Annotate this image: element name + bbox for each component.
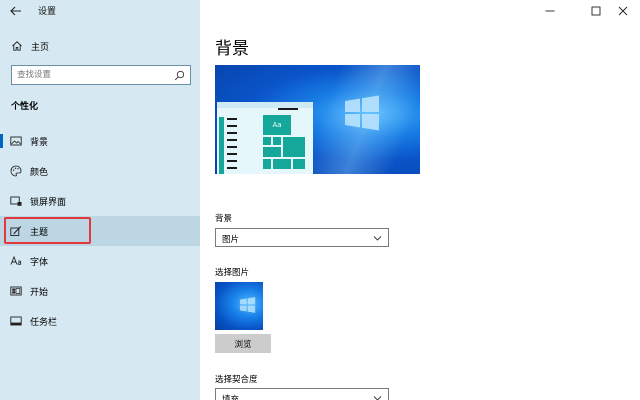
sidebar-item-label: 主题 [30, 228, 49, 238]
mock-side-strip [219, 117, 224, 174]
background-label: 背景 [215, 214, 233, 224]
start-icon [10, 286, 22, 296]
font-icon [10, 255, 22, 265]
background-type-select[interactable]: 图片 [215, 228, 389, 247]
maximize-button[interactable] [581, 0, 611, 22]
section-title: 个性化 [11, 102, 39, 112]
sidebar-item-label: 开始 [30, 288, 49, 298]
sidebar-item-label: 颜色 [30, 168, 49, 178]
picture-icon [10, 136, 22, 146]
minimize-icon [545, 10, 555, 12]
minimize-button[interactable] [535, 0, 565, 22]
tile-aa: Aa [262, 114, 292, 136]
taskbar-icon [10, 316, 22, 326]
browse-button[interactable]: 浏览 [215, 334, 271, 353]
home-nav-item[interactable]: 主页 [0, 36, 200, 56]
sidebar-item-colors[interactable]: 颜色 [0, 156, 200, 186]
sidebar-item-taskbar[interactable]: 任务栏 [0, 306, 200, 336]
sidebar-item-label: 字体 [30, 258, 49, 268]
sidebar-item-start[interactable]: 开始 [0, 276, 200, 306]
home-label: 主页 [31, 43, 50, 53]
close-button[interactable] [608, 0, 638, 22]
sidebar-item-background[interactable]: 背景 [0, 126, 200, 156]
windows-logo-icon [239, 297, 256, 313]
search-box[interactable] [11, 65, 191, 85]
choose-picture-label: 选择图片 [215, 268, 250, 278]
main-content: 背景 Aa 背景 图片 选择图片 浏览 选择契合度 填充 [200, 0, 640, 400]
sidebar-item-fonts[interactable]: 字体 [0, 246, 200, 276]
home-icon [12, 41, 22, 51]
sidebar-item-label: 任务栏 [30, 318, 58, 328]
lock-screen-icon [10, 196, 22, 206]
fit-select[interactable]: 填充 [215, 388, 389, 400]
palette-icon [10, 165, 22, 177]
background-type-value: 图片 [222, 235, 240, 245]
search-input[interactable] [12, 66, 172, 84]
picture-thumbnail[interactable] [215, 282, 263, 330]
mock-title-strip [217, 102, 313, 108]
desktop-preview: Aa [215, 65, 420, 174]
windows-logo-icon [345, 95, 379, 131]
close-icon [618, 6, 628, 16]
app-title: 设置 [38, 7, 57, 17]
sidebar-item-label: 锁屏界面 [30, 198, 67, 208]
chevron-down-icon [373, 236, 382, 241]
sidebar: 设置 主页 个性化 背景 颜色 锁屏界面 [0, 0, 200, 400]
mock-tiles: Aa [262, 108, 308, 170]
chevron-down-icon [373, 396, 382, 400]
fit-label: 选择契合度 [215, 375, 258, 385]
maximize-icon [591, 6, 601, 16]
back-button[interactable] [8, 3, 24, 19]
sidebar-item-lock-screen[interactable]: 锁屏界面 [0, 186, 200, 216]
sidebar-item-themes[interactable]: 主题 [0, 216, 200, 246]
preview-mock-window: Aa [217, 102, 313, 174]
brush-icon [10, 226, 22, 236]
fit-value: 填充 [222, 395, 240, 400]
sidebar-item-label: 背景 [30, 138, 49, 148]
search-icon[interactable] [174, 70, 185, 81]
title-bar: 设置 [0, 0, 200, 22]
page-title: 背景 [215, 39, 249, 59]
back-arrow-icon [10, 6, 21, 16]
